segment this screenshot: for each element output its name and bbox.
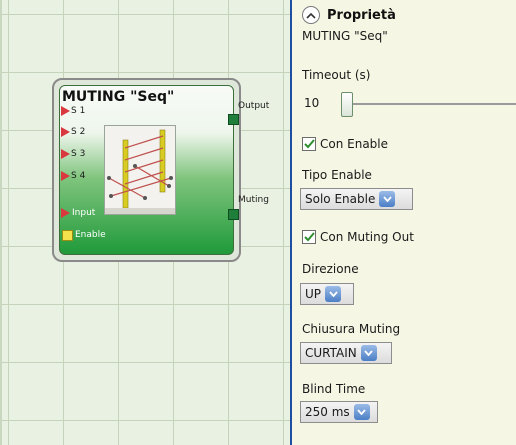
muting-illustration [104,125,176,215]
con-muting-out-label: Con Muting Out [320,230,414,244]
enable-pin-icon[interactable] [62,230,73,241]
panel-subtitle: MUTING "Seq" [302,29,388,43]
checkmark-icon [303,232,315,242]
timeout-slider-thumb[interactable] [341,92,353,117]
chevron-down-icon[interactable] [360,345,377,361]
output-pin-muting-icon[interactable] [228,209,239,220]
chiusura-muting-value: CURTAIN [305,346,357,360]
chevron-down-icon[interactable] [379,191,396,207]
con-enable-option[interactable]: Con Enable [302,137,388,151]
direzione-select[interactable]: UP [300,283,354,305]
input-pin-label-s1: S 1 [71,106,86,116]
output-pin-output-icon[interactable] [228,114,239,125]
direzione-value: UP [305,287,322,301]
output-pin-label-muting: Muting [238,195,269,205]
tipo-enable-select[interactable]: Solo Enable [300,188,413,210]
chevron-down-icon[interactable] [353,404,370,420]
con-muting-out-option[interactable]: Con Muting Out [302,230,414,244]
direzione-label: Direzione [302,262,359,276]
block-title: MUTING "Seq" [62,89,175,105]
input-pin-label-input: Input [72,208,96,218]
blind-time-select[interactable]: 250 ms [300,401,378,423]
checkmark-icon [303,139,315,149]
properties-panel: Proprietà MUTING "Seq" Timeout (s) 10 Co… [292,0,516,445]
output-pin-label-output: Output [238,101,270,111]
chevron-up-icon[interactable] [302,6,320,24]
input-pin-s1-icon[interactable] [61,106,70,116]
canvas-left-border [0,0,2,445]
blind-time-value: 250 ms [305,405,350,419]
chevron-down-icon[interactable] [325,286,342,302]
blind-time-label: Blind Time [302,382,366,396]
timeout-value: 10 [304,96,320,110]
input-pin-input-icon[interactable] [61,208,70,218]
input-pin-s4-icon[interactable] [61,171,70,181]
input-pin-label-s3: S 3 [71,149,86,159]
input-pin-label-s4: S 4 [71,171,86,181]
panel-title: Proprietà [327,8,396,23]
enable-pin-label: Enable [75,230,106,240]
chiusura-muting-label: Chiusura Muting [302,322,401,336]
input-pin-s2-icon[interactable] [61,127,70,137]
input-pin-label-s2: S 2 [71,127,86,137]
con-muting-out-checkbox[interactable] [302,230,316,244]
timeout-slider-track[interactable] [348,103,516,105]
input-pin-s3-icon[interactable] [61,149,70,159]
chiusura-muting-select[interactable]: CURTAIN [300,342,392,364]
con-enable-label: Con Enable [320,137,389,151]
tipo-enable-value: Solo Enable [305,192,376,206]
tipo-enable-label: Tipo Enable [302,168,372,182]
timeout-label: Timeout (s) [302,68,371,82]
con-enable-checkbox[interactable] [302,137,316,151]
